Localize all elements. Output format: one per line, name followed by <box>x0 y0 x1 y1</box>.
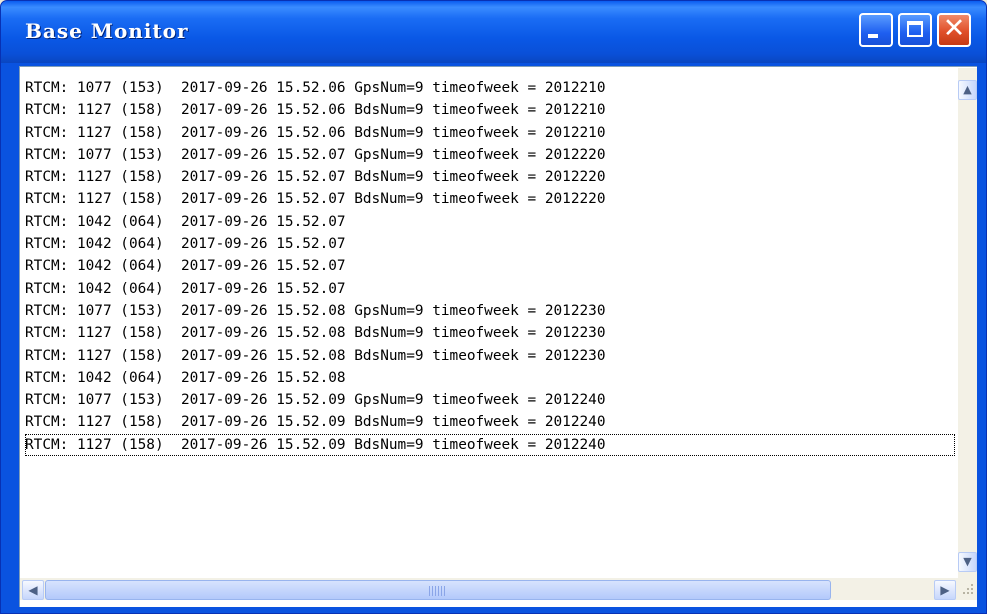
log-line[interactable]: RTCM: 1042 (064) 2017-09-26 15.52.07 <box>25 211 955 233</box>
horizontal-scrollbar[interactable]: ◀ ▶ <box>20 578 958 600</box>
log-line[interactable]: RTCM: 1127 (158) 2017-09-26 15.52.08 Bds… <box>25 345 955 367</box>
title-bar[interactable]: Base Monitor ✕ <box>1 1 986 63</box>
resize-grip[interactable] <box>958 578 977 600</box>
log-line[interactable]: RTCM: 1127 (158) 2017-09-26 15.52.09 Bds… <box>25 433 955 457</box>
log-line[interactable]: RTCM: 1077 (153) 2017-09-26 15.52.08 Gps… <box>25 300 955 322</box>
maximize-icon <box>907 21 923 37</box>
scroll-up-button[interactable]: ▲ <box>958 80 977 100</box>
log-line[interactable]: RTCM: 1127 (158) 2017-09-26 15.52.09 Bds… <box>25 411 955 433</box>
log-line[interactable]: RTCM: 1127 (158) 2017-09-26 15.52.07 Bds… <box>25 166 955 188</box>
window-title: Base Monitor <box>25 19 189 43</box>
chevron-up-icon: ▲ <box>963 83 972 96</box>
log-line[interactable]: RTCM: 1127 (158) 2017-09-26 15.52.06 Bds… <box>25 99 955 121</box>
log-line[interactable]: RTCM: 1127 (158) 2017-09-26 15.52.06 Bds… <box>25 122 955 144</box>
scroll-right-button[interactable]: ▶ <box>934 580 956 600</box>
minimize-button[interactable] <box>859 13 893 47</box>
scroll-left-button[interactable]: ◀ <box>22 580 44 600</box>
base-monitor-window: Base Monitor ✕ RTCM: 1077 (153) 2017-09-… <box>0 0 987 614</box>
chevron-down-icon: ▼ <box>963 555 972 568</box>
log-line[interactable]: RTCM: 1042 (064) 2017-09-26 15.52.07 <box>25 255 955 277</box>
close-button[interactable]: ✕ <box>937 13 971 47</box>
log-line[interactable]: RTCM: 1077 (153) 2017-09-26 15.52.07 Gps… <box>25 144 955 166</box>
maximize-button[interactable] <box>898 13 932 47</box>
vertical-scrollbar[interactable]: ▲ ▼ <box>958 68 977 578</box>
log-line[interactable]: RTCM: 1077 (153) 2017-09-26 15.52.09 Gps… <box>25 389 955 411</box>
log-panel[interactable]: RTCM: 1077 (153) 2017-09-26 15.52.06 Gps… <box>19 66 977 607</box>
log-line[interactable]: RTCM: 1042 (064) 2017-09-26 15.52.08 <box>25 367 955 389</box>
grip-icon <box>429 586 447 596</box>
log-line[interactable]: RTCM: 1042 (064) 2017-09-26 15.52.07 <box>25 233 955 255</box>
log-list[interactable]: RTCM: 1077 (153) 2017-09-26 15.52.06 Gps… <box>25 77 955 537</box>
log-line[interactable]: RTCM: 1127 (158) 2017-09-26 15.52.08 Bds… <box>25 322 955 344</box>
close-icon: ✕ <box>942 13 966 44</box>
chevron-right-icon: ▶ <box>940 583 950 597</box>
log-line[interactable]: RTCM: 1077 (153) 2017-09-26 15.52.06 Gps… <box>25 77 955 99</box>
horizontal-scroll-thumb[interactable] <box>45 580 831 600</box>
log-line[interactable]: RTCM: 1127 (158) 2017-09-26 15.52.07 Bds… <box>25 188 955 210</box>
scroll-down-button[interactable]: ▼ <box>958 552 977 572</box>
log-line[interactable]: RTCM: 1042 (064) 2017-09-26 15.52.07 <box>25 278 955 300</box>
chevron-left-icon: ◀ <box>28 583 38 597</box>
minimize-icon <box>868 34 878 38</box>
